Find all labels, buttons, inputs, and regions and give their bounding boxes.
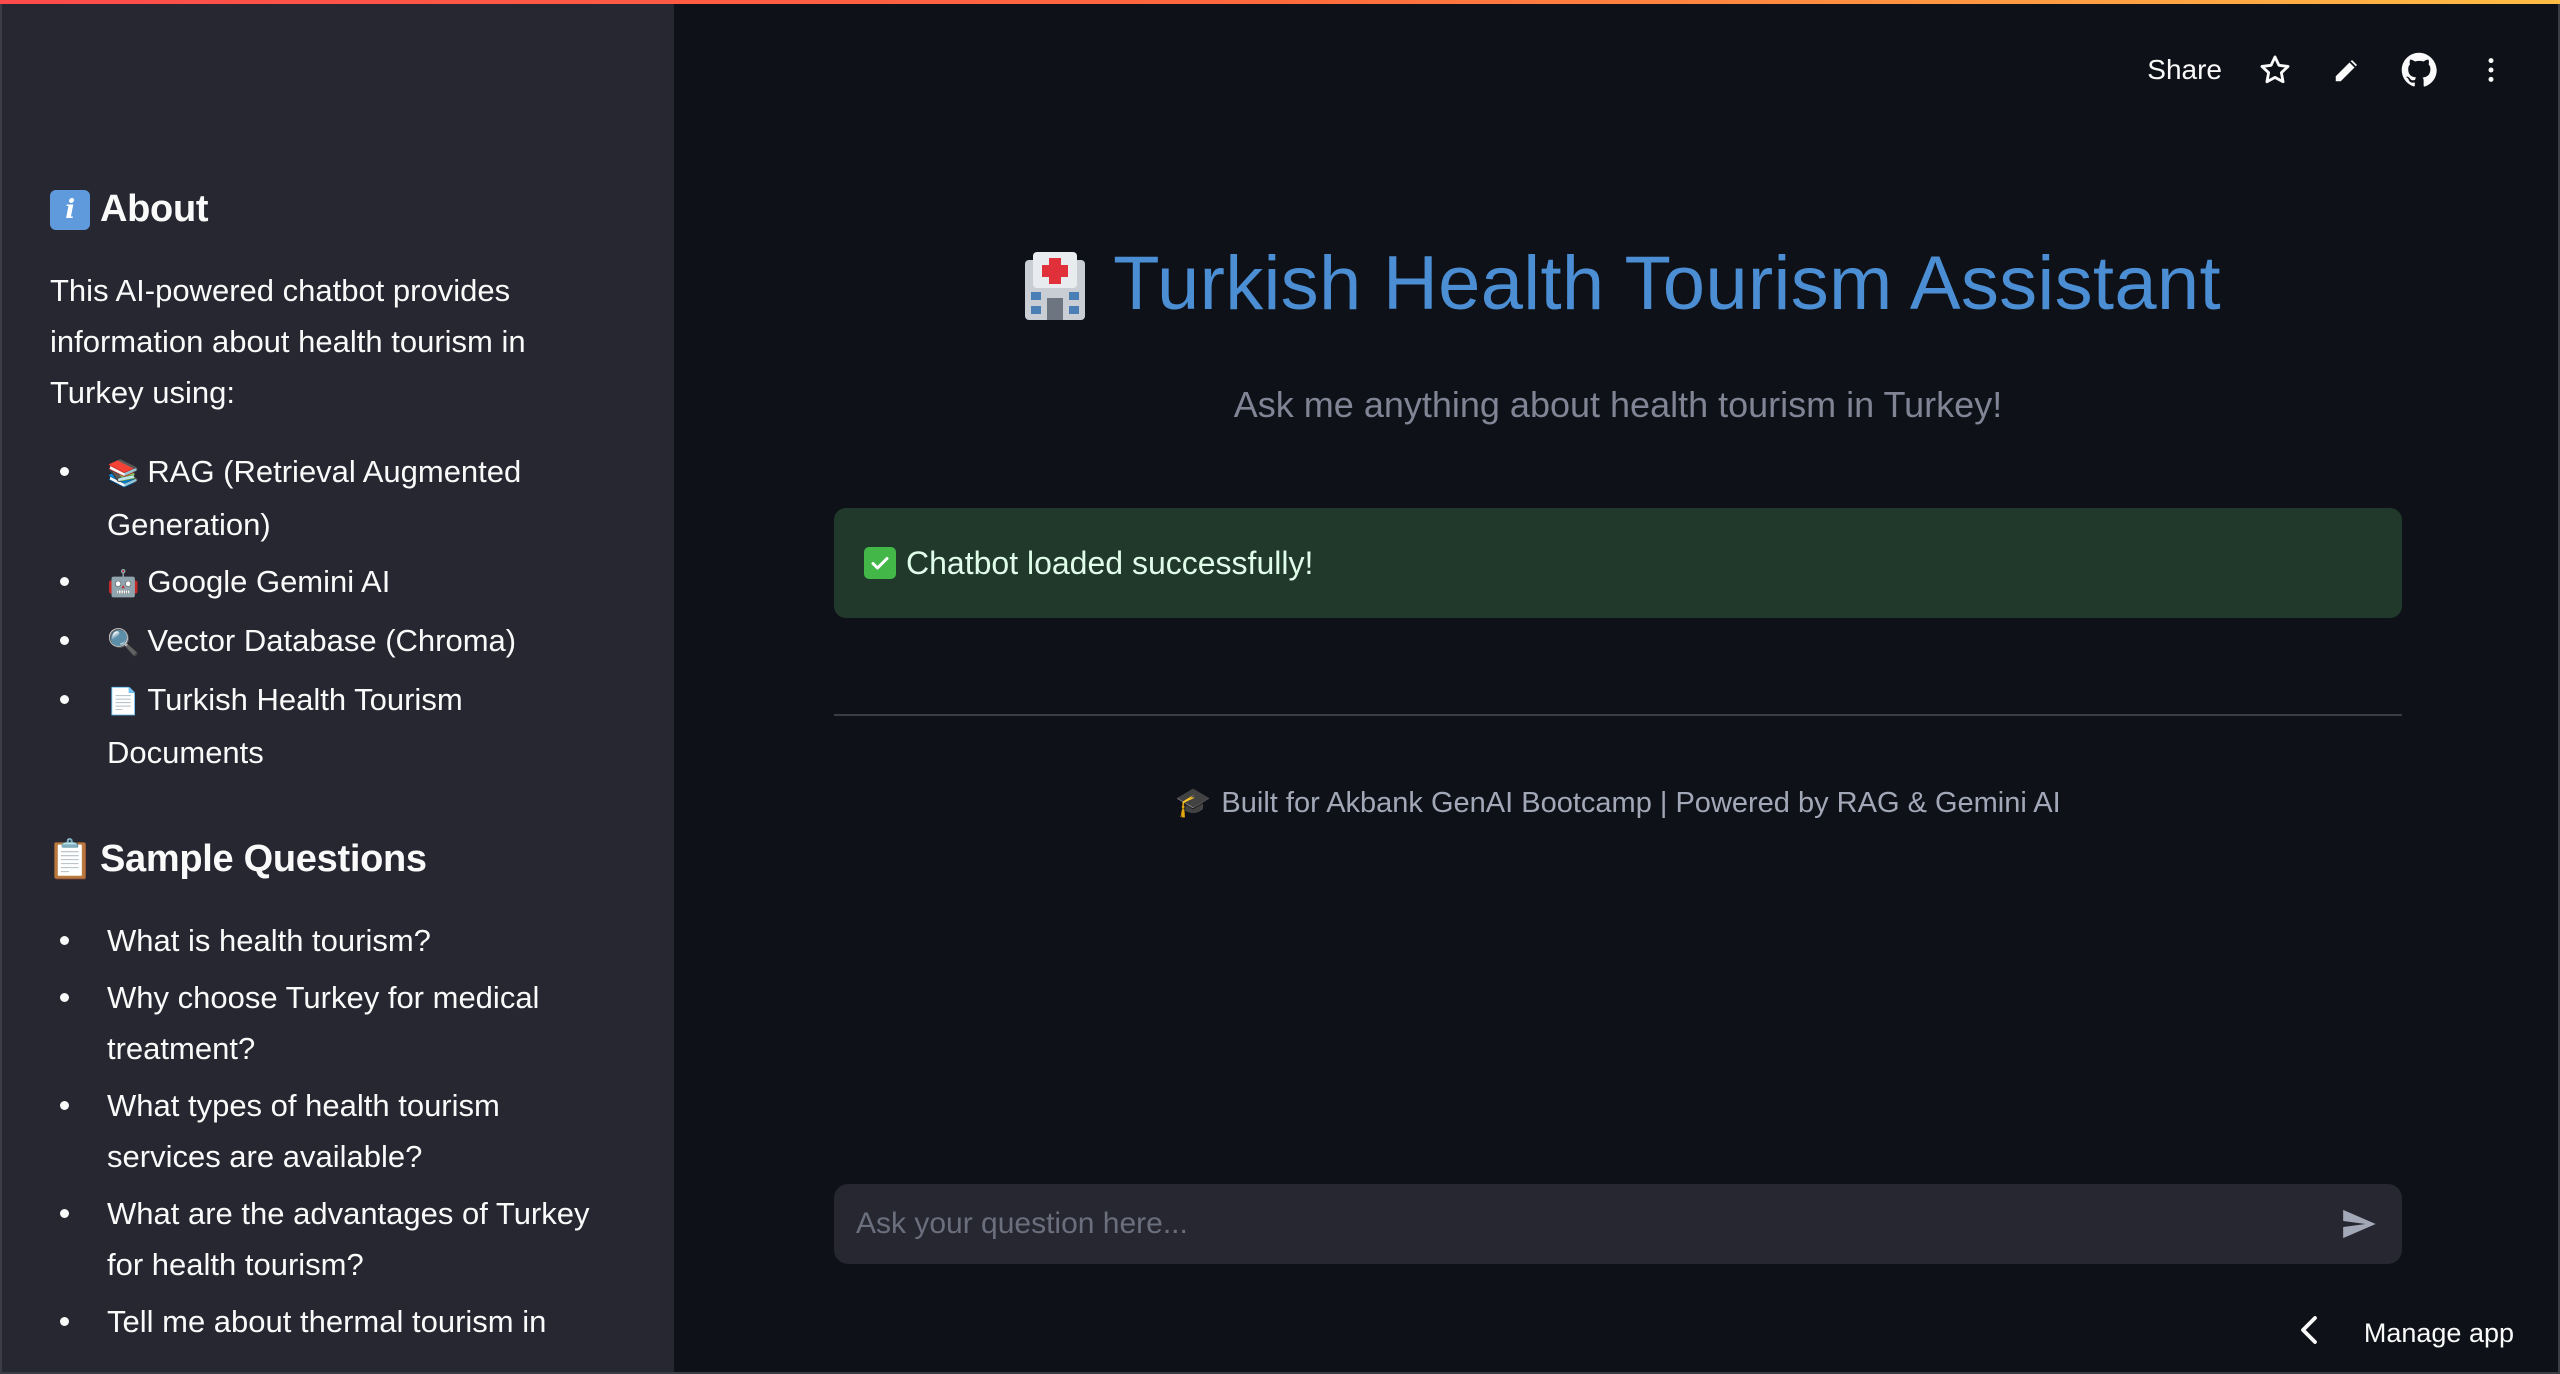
manage-app-label: Manage app (2363, 1318, 2514, 1348)
about-heading: i About (50, 188, 614, 231)
page-subtitle: Ask me anything about health tourism in … (1233, 384, 2003, 425)
about-heading-label: About (100, 188, 209, 230)
magnifier-icon: 🔍 (107, 627, 140, 657)
pencil-icon[interactable] (2328, 51, 2366, 89)
list-item: Tell me about thermal tourism in (50, 1296, 614, 1347)
chevron-left-icon (2298, 1315, 2320, 1352)
main-area: Share Turkish Health Tourism Assistant A… (674, 0, 2558, 1372)
sample-questions-heading-label: Sample Questions (100, 838, 427, 880)
top-decoration-bar (0, 0, 2560, 4)
list-item: What types of health tourism services ar… (50, 1080, 614, 1182)
sample-questions-list: What is health tourism? Why choose Turke… (50, 915, 614, 1347)
footer-credit: 🎓 Built for Akbank GenAI Bootcamp | Powe… (834, 786, 2402, 820)
robot-icon: 🤖 (107, 568, 140, 598)
success-alert: Chatbot loaded successfully! (834, 508, 2402, 618)
sample-questions-heading: 📋 Sample Questions (46, 838, 614, 881)
streamlit-app: i About This AI-powered chatbot provides… (0, 0, 2560, 1374)
manage-app-button[interactable]: Manage app (2298, 1315, 2514, 1352)
graduation-cap-icon: 🎓 (1175, 787, 1212, 819)
send-icon[interactable] (2336, 1201, 2382, 1247)
page-title: Turkish Health Tourism Assistant (834, 240, 2402, 327)
list-item: 🤖 Google Gemini AI (50, 556, 614, 609)
github-icon[interactable] (2400, 51, 2438, 89)
success-message: Chatbot loaded successfully! (906, 544, 1314, 581)
list-item: What is health tourism? (50, 915, 614, 966)
hospital-icon (1015, 244, 1095, 324)
share-button[interactable]: Share (2147, 54, 2222, 86)
more-vertical-icon[interactable] (2472, 51, 2510, 89)
books-icon: 📚 (107, 458, 140, 488)
info-icon: i (50, 189, 90, 230)
about-feature-list: 📚 RAG (Retrieval Augmented Generation) 🤖 G… (50, 446, 614, 778)
header-toolbar: Share (2147, 46, 2510, 94)
list-item: 🔍 Vector Database (Chroma) (50, 615, 614, 668)
sidebar: i About This AI-powered chatbot provides… (2, 0, 674, 1372)
document-icon: 📄 (107, 686, 140, 716)
footer-text: Built for Akbank GenAI Bootcamp | Powere… (1221, 786, 2061, 819)
page-title-text: Turkish Health Tourism Assistant (1113, 241, 2221, 326)
chat-input[interactable] (854, 1206, 2336, 1242)
about-text: This AI-powered chatbot provides informa… (50, 273, 526, 410)
clipboard-icon: 📋 (46, 838, 94, 881)
list-item: What are the advantages of Turkey for he… (50, 1188, 614, 1290)
star-icon[interactable] (2256, 51, 2294, 89)
check-icon (864, 547, 896, 579)
list-item: Why choose Turkey for medical treatment? (50, 972, 614, 1074)
divider (834, 714, 2402, 716)
list-item: 📄 Turkish Health Tourism Documents (50, 674, 614, 778)
chat-input-bar (834, 1184, 2402, 1264)
list-item: 📚 RAG (Retrieval Augmented Generation) (50, 446, 614, 550)
